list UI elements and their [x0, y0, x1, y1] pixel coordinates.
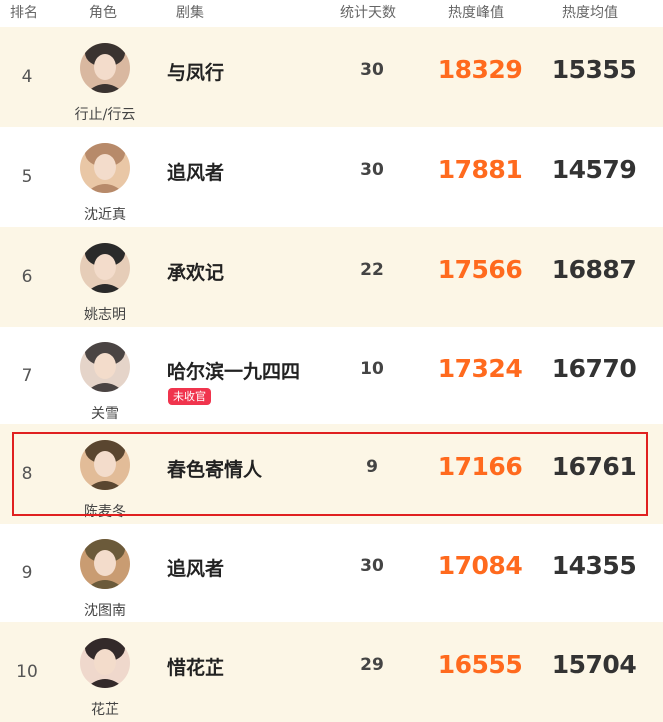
- role-name: 姚志明: [84, 307, 126, 323]
- header-drama: 剧集: [176, 5, 204, 21]
- stat-days: 30: [360, 60, 384, 80]
- table-row[interactable]: 4 行止/行云 与凤行 30 18329 15355: [0, 27, 663, 127]
- header-rank: 排名: [10, 5, 38, 21]
- rank-number: 6: [21, 267, 33, 287]
- drama-title[interactable]: 哈尔滨一九四四: [167, 357, 300, 384]
- peak-heat-value: 16555: [437, 650, 523, 679]
- role-name: 关雪: [91, 406, 119, 422]
- stat-days: 29: [360, 655, 384, 675]
- drama-title[interactable]: 承欢记: [167, 258, 224, 285]
- role-name: 陈麦冬: [84, 504, 126, 520]
- drama-title[interactable]: 与凤行: [167, 58, 224, 85]
- table-row[interactable]: 6 姚志明 承欢记 22 17566 16887: [0, 227, 663, 327]
- peak-heat-value: 18329: [437, 55, 523, 84]
- avatar[interactable]: [80, 638, 130, 688]
- drama-title[interactable]: 惜花芷: [167, 653, 224, 680]
- rank-number: 10: [16, 662, 38, 682]
- role-name: 沈近真: [84, 207, 126, 223]
- avatar[interactable]: [80, 43, 130, 93]
- table-row[interactable]: 10 花芷 惜花芷 29 16555 15704: [0, 622, 663, 722]
- peak-heat-value: 17881: [437, 155, 523, 184]
- peak-heat-value: 17324: [437, 354, 523, 383]
- peak-heat-value: 17166: [437, 452, 523, 481]
- stat-days: 30: [360, 556, 384, 576]
- avatar[interactable]: [80, 243, 130, 293]
- drama-title[interactable]: 追风者: [167, 158, 224, 185]
- avatar[interactable]: [80, 440, 130, 490]
- table-row[interactable]: 7 关雪 哈尔滨一九四四 未收官 10 17324 16770: [0, 326, 663, 426]
- average-heat-value: 16770: [551, 354, 637, 383]
- table-row[interactable]: 9 沈图南 追风者 30 17084 14355: [0, 523, 663, 623]
- peak-heat-value: 17084: [437, 551, 523, 580]
- stat-days: 10: [360, 359, 384, 379]
- rank-number: 8: [21, 464, 33, 484]
- rank-number: 5: [21, 167, 33, 187]
- average-heat-value: 15355: [551, 55, 637, 84]
- drama-title[interactable]: 春色寄情人: [167, 455, 262, 482]
- table-header: 排名 角色 剧集 统计天数 热度峰值 热度均值: [0, 0, 663, 27]
- header-average-heat: 热度均值: [562, 5, 618, 21]
- role-name: 行止/行云: [74, 107, 136, 123]
- status-badge: 未收官: [168, 388, 211, 405]
- peak-heat-value: 17566: [437, 255, 523, 284]
- average-heat-value: 15704: [551, 650, 637, 679]
- header-peak-heat: 热度峰值: [448, 5, 504, 21]
- header-days: 统计天数: [340, 5, 396, 21]
- table-row[interactable]: 8 陈麦冬 春色寄情人 9 17166 16761: [0, 424, 663, 524]
- average-heat-value: 14579: [551, 155, 637, 184]
- rank-number: 9: [21, 563, 33, 583]
- average-heat-value: 14355: [551, 551, 637, 580]
- header-role: 角色: [89, 5, 117, 21]
- rank-number: 7: [21, 366, 33, 386]
- table-row[interactable]: 5 沈近真 追风者 30 17881 14579: [0, 127, 663, 227]
- average-heat-value: 16761: [551, 452, 637, 481]
- avatar[interactable]: [80, 539, 130, 589]
- drama-title[interactable]: 追风者: [167, 554, 224, 581]
- avatar[interactable]: [80, 342, 130, 392]
- stat-days: 22: [360, 260, 384, 280]
- average-heat-value: 16887: [551, 255, 637, 284]
- stat-days: 30: [360, 160, 384, 180]
- avatar[interactable]: [80, 143, 130, 193]
- stat-days: 9: [366, 457, 378, 477]
- role-name: 沈图南: [84, 603, 126, 619]
- rank-number: 4: [21, 67, 33, 87]
- role-name: 花芷: [91, 702, 119, 718]
